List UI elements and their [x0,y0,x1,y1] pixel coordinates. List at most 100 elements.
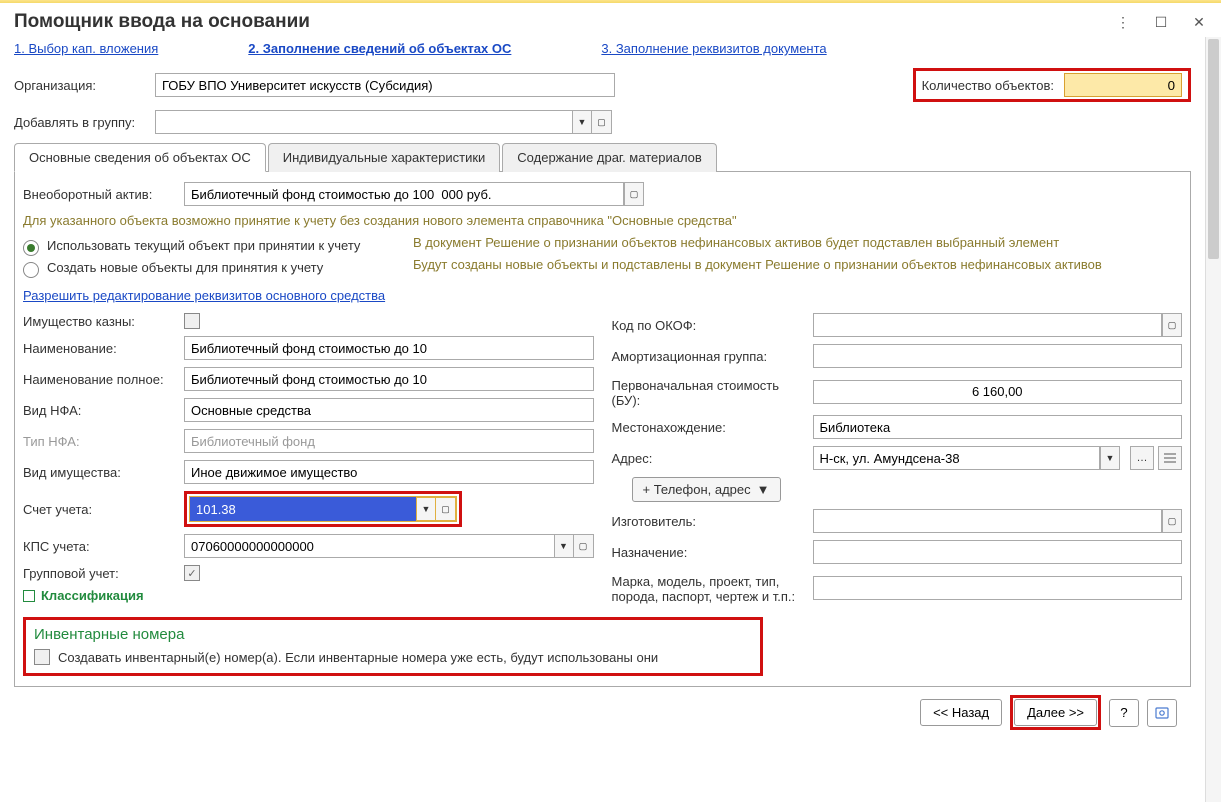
treasury-row: Имущество казны: [23,313,594,329]
account-highlight-box: ▼ ▢ [184,491,462,527]
treasury-checkbox[interactable] [184,313,200,329]
model-row: Марка, модель, проект, тип, порода, пасп… [612,571,1183,604]
maker-row: Изготовитель: ▢ [612,509,1183,533]
tab-strip: Основные сведения об объектах ОС Индивид… [14,142,1191,172]
name-label: Наименование: [23,341,178,356]
open-icon[interactable]: ▢ [574,534,594,558]
add-group-input[interactable] [155,110,572,134]
form-columns: Имущество казны: Наименование: Наименова… [23,313,1182,611]
treasury-label: Имущество казны: [23,314,178,329]
org-row: Организация: Количество объектов: [14,68,1191,102]
scrollbar[interactable] [1205,37,1221,802]
nfa-type-input [184,429,594,453]
inventory-checkbox[interactable] [34,649,50,665]
group-checkbox[interactable] [184,565,200,581]
back-button[interactable]: << Назад [920,699,1002,726]
radio-create-new-label: Создать новые объекты для принятия к уче… [47,260,323,275]
name-input[interactable] [184,336,594,360]
kps-input[interactable] [184,534,554,558]
fullname-label: Наименование полное: [23,372,178,387]
account-row: Счет учета: ▼ ▢ [23,491,594,527]
settings-icon[interactable] [1147,699,1177,727]
dropdown-icon[interactable]: ▼ [416,497,436,521]
step-3[interactable]: 3. Заполнение реквизитов документа [601,41,826,56]
radio-icon [23,262,39,278]
prop-row: Вид имущества: [23,460,594,484]
okof-label: Код по ОКОФ: [612,318,807,333]
main-content: 1. Выбор кап. вложения 2. Заполнение све… [0,37,1205,802]
group-label: Групповой учет: [23,566,178,581]
radio-section: Использовать текущий объект при принятии… [23,234,1182,282]
step-2[interactable]: 2. Заполнение сведений об объектах ОС [248,41,511,56]
close-icon[interactable]: ✕ [1191,14,1207,31]
desc-create-new: Будут созданы новые объекты и подставлен… [413,256,1182,274]
nfa-row: Вид НФА: [23,398,594,422]
scrollbar-thumb[interactable] [1208,39,1219,259]
addr-input[interactable] [813,446,1101,470]
okof-input[interactable] [813,313,1163,337]
org-label: Организация: [14,78,149,93]
nfa-input[interactable] [184,398,594,422]
org-input[interactable] [155,73,615,97]
dropdown-icon[interactable]: ▼ [554,534,574,558]
loc-input[interactable] [813,415,1183,439]
content-wrap: 1. Выбор кап. вложения 2. Заполнение све… [0,37,1221,802]
nfa-type-label: Тип НФА: [23,434,178,449]
step-1[interactable]: 1. Выбор кап. вложения [14,41,158,56]
dropdown-icon[interactable]: ▼ [572,110,592,134]
purpose-input[interactable] [813,540,1183,564]
prop-label: Вид имущества: [23,465,178,480]
chevron-down-icon: ▼ [757,482,770,497]
tab-materials[interactable]: Содержание драг. материалов [502,143,717,172]
next-button[interactable]: Далее >> [1014,699,1097,726]
tab-main[interactable]: Основные сведения об объектах ОС [14,143,266,172]
classification-link[interactable]: Классификация [23,588,594,603]
open-icon[interactable]: ▢ [624,182,644,206]
list-icon[interactable] [1158,446,1182,470]
titlebar: Помощник ввода на основании ⋮ ☐ ✕ [0,3,1221,37]
prop-input[interactable] [184,460,594,484]
qty-highlight-box: Количество объектов: [913,68,1191,102]
inventory-check-label: Создавать инвентарный(е) номер(а). Если … [58,650,658,665]
open-icon[interactable]: ▢ [592,110,612,134]
window-title: Помощник ввода на основании [14,11,1115,33]
amort-input[interactable] [813,344,1183,368]
left-column: Имущество казны: Наименование: Наименова… [23,313,594,611]
ellipsis-icon[interactable]: … [1130,446,1154,470]
open-icon[interactable]: ▢ [1162,313,1182,337]
asset-input[interactable] [184,182,624,206]
maker-label: Изготовитель: [612,514,807,529]
okof-row: Код по ОКОФ: ▢ [612,313,1183,337]
cost-row: Первоначальная стоимость (БУ): [612,375,1183,408]
account-input[interactable] [190,497,416,521]
menu-icon[interactable]: ⋮ [1115,14,1131,31]
classification-label: Классификация [41,588,144,603]
open-icon[interactable]: ▢ [436,497,456,521]
radio-create-new[interactable]: Создать новые объекты для принятия к уче… [23,260,403,278]
inventory-highlight-box: Инвентарные номера Создавать инвентарный… [23,617,763,676]
fullname-input[interactable] [184,367,594,391]
maker-input[interactable] [813,509,1163,533]
qty-input[interactable] [1064,73,1182,97]
allow-edit-link[interactable]: Разрешить редактирование реквизитов осно… [23,288,385,303]
help-button[interactable]: ? [1109,699,1139,727]
cost-label: Первоначальная стоимость (БУ): [612,375,807,408]
addr-label: Адрес: [612,451,807,466]
radio-use-current[interactable]: Использовать текущий объект при принятии… [23,238,403,256]
purpose-row: Назначение: [612,540,1183,564]
nfa-label: Вид НФА: [23,403,178,418]
tab-individual[interactable]: Индивидуальные характеристики [268,143,501,172]
maximize-icon[interactable]: ☐ [1153,14,1169,31]
dropdown-icon[interactable]: ▼ [1100,446,1120,470]
tab-body: Внеоборотный актив: ▢ Для указанного объ… [14,172,1191,687]
kps-row: КПС учета: ▼ ▢ [23,534,594,558]
open-icon[interactable]: ▢ [1162,509,1182,533]
model-label: Марка, модель, проект, тип, порода, пасп… [612,571,807,604]
add-phone-button[interactable]: + Телефон, адрес▼ [632,477,781,502]
model-input[interactable] [813,576,1183,600]
fullname-row: Наименование полное: [23,367,594,391]
add-group-row: Добавлять в группу: ▼ ▢ [14,110,1191,134]
cost-input[interactable] [813,380,1183,404]
nfa-type-row: Тип НФА: [23,429,594,453]
phone-row: + Телефон, адрес▼ [612,477,1183,502]
